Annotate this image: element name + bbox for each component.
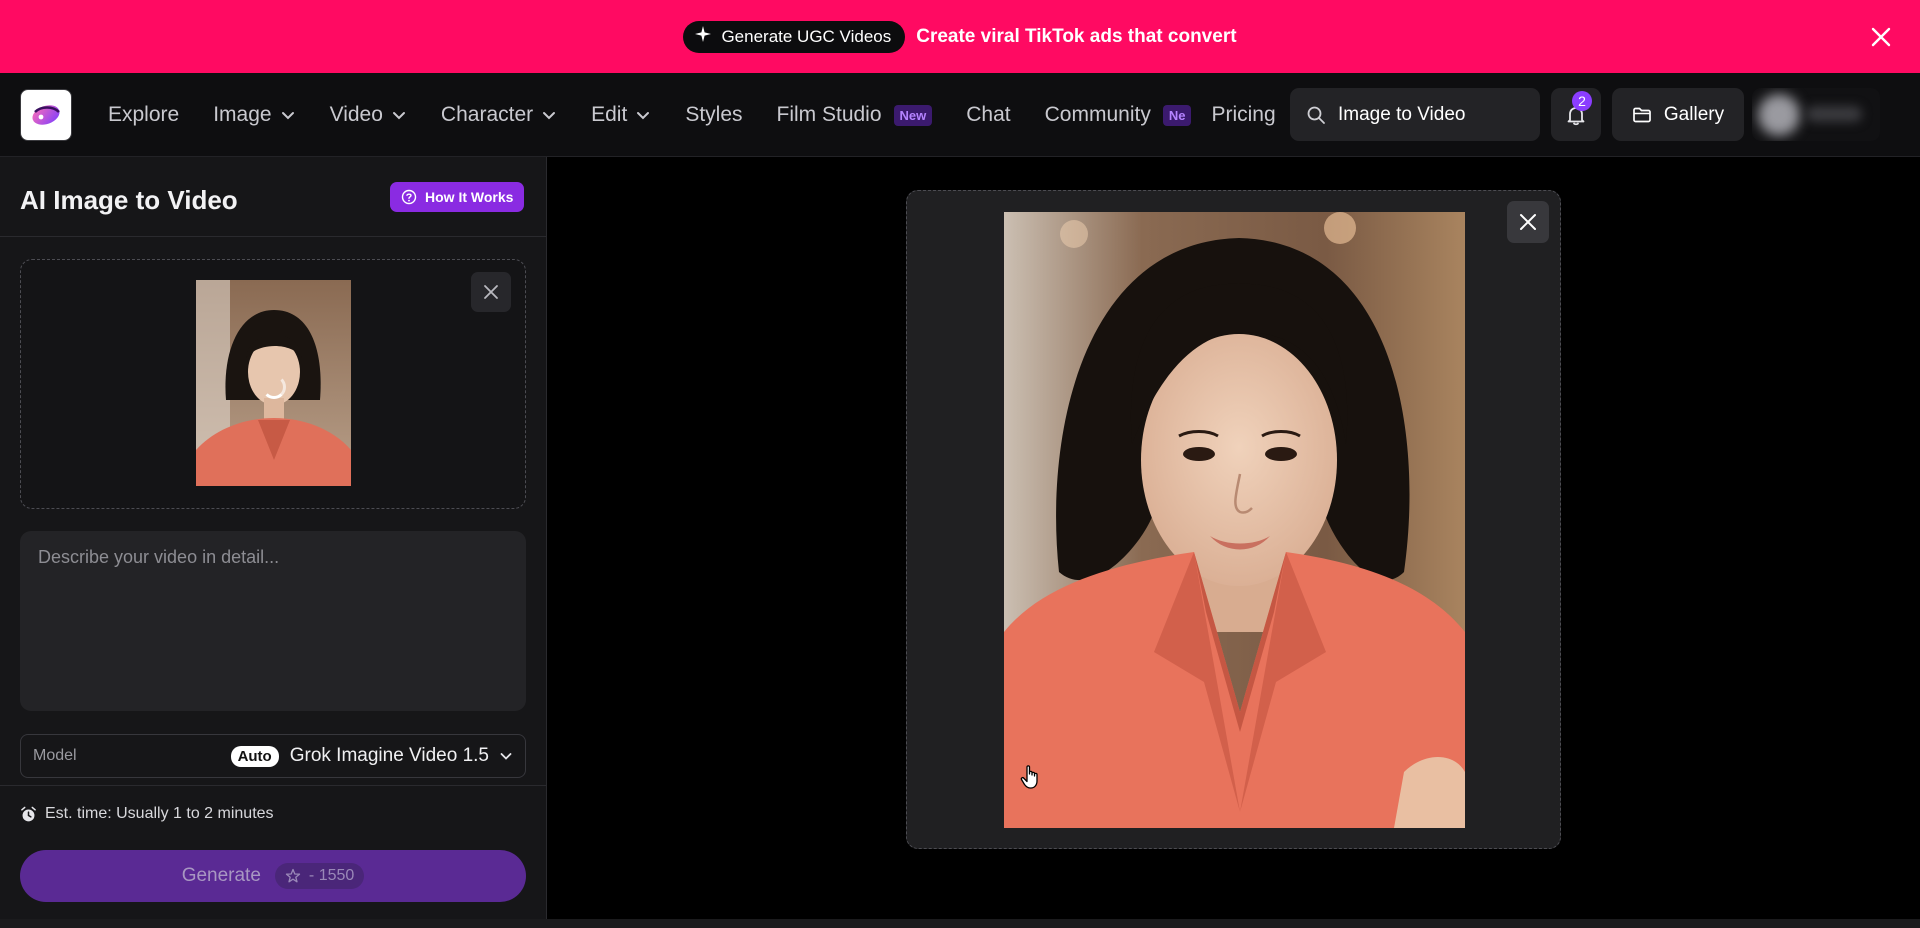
chevron-down-icon [543,112,556,120]
alarm-clock-icon [21,806,36,821]
close-icon [1871,27,1891,47]
search-icon [1307,106,1325,124]
star-icon [285,868,301,883]
how-it-works-label: How It Works [425,189,514,205]
gallery-button[interactable]: Gallery [1612,88,1744,141]
folder-icon [1633,107,1651,122]
nav-pricing-label: Pricing [1211,103,1276,126]
notifications-button[interactable]: 2 [1551,88,1601,141]
new-badge: Ne [1162,104,1192,126]
new-badge: New [893,104,933,126]
logo[interactable] [20,89,72,141]
pill-label: Generate UGC Videos [721,26,892,46]
chevron-down-icon [281,112,294,120]
nav-links: Explore Image Video Character Edit Style… [108,73,1310,157]
divider [0,785,547,786]
notification-count-badge: 2 [1572,91,1592,111]
how-it-works-button[interactable]: How It Works [390,182,525,212]
generate-label: Generate [181,865,261,886]
uploaded-image-thumbnail [196,280,351,486]
nav-film-studio-label: Film Studio [776,103,882,126]
nav-styles[interactable]: Styles [685,103,742,127]
nav-explore[interactable]: Explore [108,103,179,127]
image-preview-area [906,190,1561,849]
gallery-label: Gallery [1663,103,1725,125]
nav-community[interactable]: Community Ne [1045,103,1192,127]
model-name: Grok Imagine Video 1.5 [289,745,489,766]
close-icon [484,285,498,299]
image-upload-area[interactable] [20,259,526,509]
help-circle-icon [401,189,417,205]
model-selector[interactable]: Model Auto Grok Imagine Video 1.5 [20,734,526,778]
banner-headline[interactable]: Create viral TikTok ads that convert [916,26,1236,48]
preview-image [1004,212,1465,828]
chevron-down-icon [500,753,512,760]
nav-chat[interactable]: Chat [966,103,1010,127]
estimated-time: Est. time: Usually 1 to 2 minutes [20,805,274,823]
credit-cost-badge: - 1550 [274,863,365,889]
close-icon [1520,214,1536,230]
nav-video-label: Video [329,103,383,126]
nav-edit[interactable]: Edit [591,103,651,127]
avatar [1758,94,1800,136]
estimated-time-text: Est. time: Usually 1 to 2 minutes [45,805,274,822]
nav-image-label: Image [213,103,272,126]
nav-image[interactable]: Image [213,103,295,127]
promo-banner: Generate UGC Videos Create viral TikTok … [0,0,1920,73]
credit-cost: - 1550 [308,867,355,884]
username-blurred [1806,106,1862,122]
chevron-down-icon [637,112,650,120]
left-panel: AI Image to Video How It Works Describe … [0,157,547,928]
search-input[interactable] [1338,103,1518,126]
nav-pricing[interactable]: Pricing [1211,103,1275,127]
chevron-down-icon [392,112,405,120]
generate-ugc-pill[interactable]: Generate UGC Videos [683,20,906,53]
nav-community-label: Community [1044,103,1151,126]
logo-icon [32,105,60,125]
top-nav: Explore Image Video Character Edit Style… [0,73,1920,157]
nav-styles-label: Styles [685,103,743,126]
close-preview-button[interactable] [1507,201,1549,243]
nav-explore-label: Explore [108,103,180,126]
auto-badge: Auto [230,745,279,767]
window-bottom-edge [0,919,1920,928]
nav-video[interactable]: Video [330,103,407,127]
nav-chat-label: Chat [966,103,1011,126]
user-profile-button[interactable] [1752,88,1880,141]
video-description-input[interactable] [20,531,526,711]
nav-character[interactable]: Character [441,103,557,127]
model-label: Model [33,747,77,764]
generate-button[interactable]: Generate - 1550 [20,850,526,902]
nav-film-studio[interactable]: Film Studio New [777,103,933,127]
sparkle-icon [695,26,712,47]
nav-character-label: Character [440,103,534,126]
remove-image-button[interactable] [471,272,511,312]
loading-spinner [262,375,286,399]
panel-header: AI Image to Video How It Works [0,157,547,237]
search-box[interactable] [1290,88,1540,141]
banner-close-button[interactable] [1866,22,1896,52]
hand-cursor-icon [1020,765,1038,789]
page-title: AI Image to Video [20,185,238,215]
nav-edit-label: Edit [591,103,628,126]
